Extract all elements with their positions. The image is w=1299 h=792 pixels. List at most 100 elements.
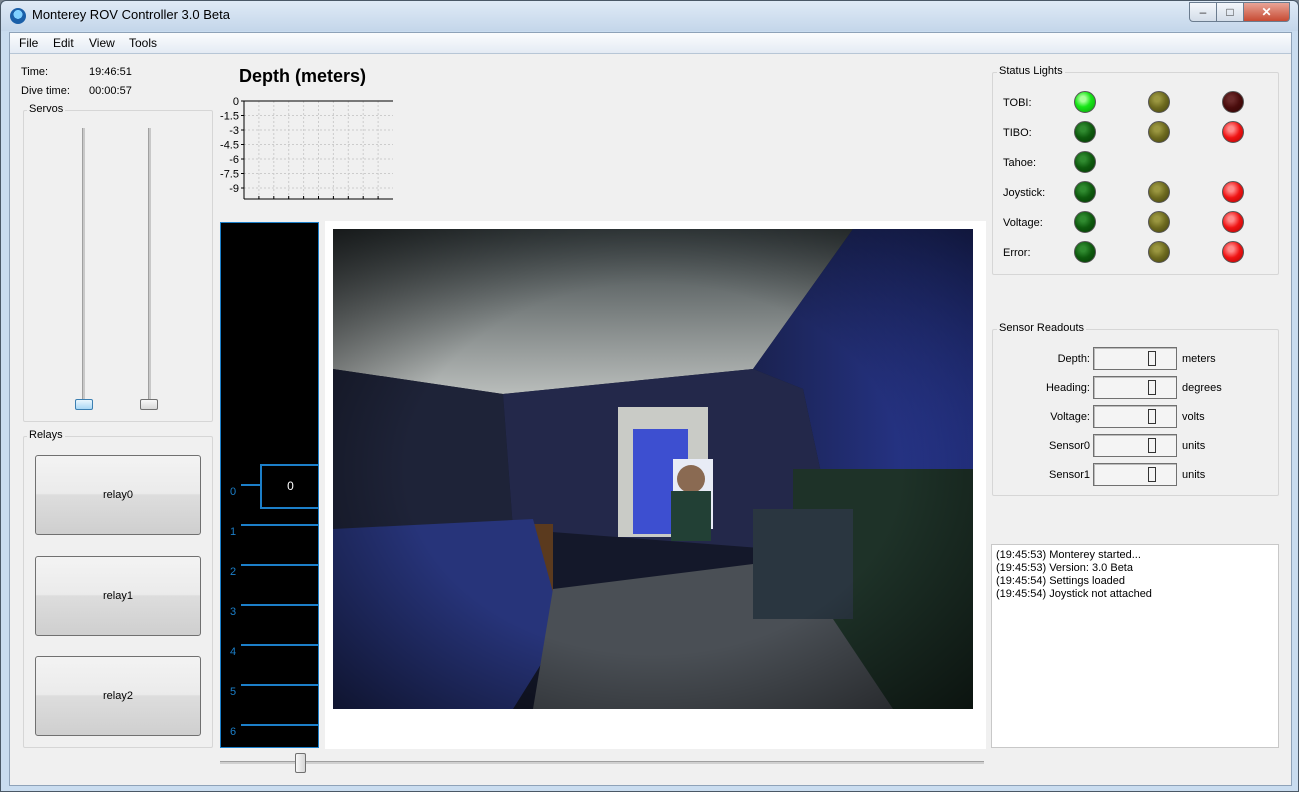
- title-bar[interactable]: Monterey ROV Controller 3.0 Beta – □ ✕: [1, 1, 1298, 31]
- depth-plot-y-ticks: 0 -1.5 -3 -4.5 -6 -7.5 -9: [220, 96, 244, 195]
- sensor-label: Voltage:: [1050, 411, 1090, 423]
- status-light-red-bright: [1222, 121, 1244, 143]
- status-lights-grid: TOBI: TIBO: Tahoe: Joystick: Voltage: Error:: [992, 72, 1277, 273]
- servo0-track[interactable]: [82, 128, 85, 406]
- status-light-red-bright: [1222, 181, 1244, 203]
- y-tick-label: -9: [229, 183, 239, 195]
- client-area: File Edit View Tools Time: 19:46:51 Dive…: [9, 32, 1292, 786]
- lcd-digit: [1148, 351, 1156, 366]
- gauge-tick-line: [241, 724, 318, 726]
- servos-group: [23, 110, 213, 422]
- sensor-lcd: [1093, 376, 1177, 399]
- status-light-green-dark: [1074, 211, 1096, 233]
- lcd-digit: [1148, 380, 1156, 395]
- camera-feed: [333, 229, 973, 709]
- sensor-unit: degrees: [1182, 382, 1222, 394]
- status-light-green-dark: [1074, 151, 1096, 173]
- app-window: Monterey ROV Controller 3.0 Beta – □ ✕ F…: [0, 0, 1299, 792]
- y-tick-label: -3: [229, 125, 239, 137]
- maximize-icon: □: [1226, 5, 1234, 19]
- sensor-unit: volts: [1182, 411, 1205, 423]
- sensor-lcd: [1093, 347, 1177, 370]
- gauge-tick-label: 1: [230, 526, 237, 538]
- status-light-label: Error:: [1003, 247, 1031, 259]
- status-light-yellow-dark: [1148, 121, 1170, 143]
- camera-image: [333, 229, 973, 709]
- maximize-button[interactable]: □: [1216, 2, 1244, 22]
- gauge-tick-label: 3: [230, 606, 237, 618]
- sensor-unit: meters: [1182, 353, 1216, 365]
- time-label: Time:: [21, 66, 49, 78]
- gauge-tick-line: [241, 484, 261, 486]
- sensor-unit: units: [1182, 440, 1206, 452]
- log-line: (19:45:54) Joystick not attached: [996, 588, 1152, 600]
- gauge-tick-line: [241, 604, 318, 606]
- gauge-tick-label: 0: [230, 486, 237, 498]
- menu-bar: File Edit View Tools: [10, 33, 1291, 54]
- status-light-yellow-dark: [1148, 181, 1170, 203]
- menu-tools[interactable]: Tools: [129, 36, 157, 50]
- status-light-label: TOBI:: [1003, 97, 1032, 109]
- gauge-tick-label: 5: [230, 686, 237, 698]
- sensor-readouts-grid: Depth: meters Heading: degrees Voltage: volts…: [992, 329, 1277, 494]
- y-tick-label: -4.5: [220, 140, 239, 152]
- sensor-lcd: [1093, 434, 1177, 457]
- menu-view[interactable]: View: [89, 36, 115, 50]
- y-tick-label: -6: [229, 154, 239, 166]
- servo0-slider[interactable]: [75, 399, 93, 410]
- depth-plot-title: Depth (meters): [239, 66, 367, 86]
- timeline-slider-thumb[interactable]: [295, 753, 306, 773]
- status-light-green-dark: [1074, 241, 1096, 263]
- sensor-label: Depth:: [1057, 353, 1090, 365]
- y-tick-label: 0: [233, 96, 239, 108]
- gauge-tick-label: 6: [230, 726, 237, 738]
- window-title: Monterey ROV Controller 3.0 Beta: [32, 7, 230, 22]
- depth-plot-grid: [244, 100, 393, 199]
- app-icon: [10, 8, 26, 24]
- servo1-track[interactable]: [148, 128, 151, 406]
- close-button[interactable]: ✕: [1243, 2, 1290, 22]
- depth-gauge-indicator: 0: [260, 464, 319, 509]
- status-light-green-dark: [1074, 121, 1096, 143]
- status-light-red-bright: [1222, 241, 1244, 263]
- gauge-tick-line: [241, 644, 318, 646]
- log-line: (19:45:53) Monterey started...: [996, 549, 1141, 561]
- status-light-yellow-dark: [1148, 91, 1170, 113]
- log-line: (19:45:53) Version: 3.0 Beta: [996, 562, 1133, 574]
- gauge-tick-line: [241, 524, 318, 526]
- minimize-icon: –: [1199, 5, 1207, 19]
- log-line: (19:45:54) Settings loaded: [996, 575, 1126, 587]
- servo1-slider[interactable]: [140, 399, 158, 410]
- timeline-slider-track[interactable]: [220, 761, 984, 764]
- relay0-button[interactable]: relay0: [35, 455, 201, 535]
- sensor-unit: units: [1182, 469, 1206, 481]
- status-light-label: TIBO:: [1003, 127, 1032, 139]
- y-tick-label: -1.5: [220, 111, 239, 123]
- status-light-green-dark: [1074, 181, 1096, 203]
- lcd-digit: [1148, 438, 1156, 453]
- relays-title: Relays: [27, 429, 65, 441]
- menu-file[interactable]: File: [19, 36, 38, 50]
- gauge-tick-line: [241, 684, 318, 686]
- event-log[interactable]: (19:45:53) Monterey started... (19:45:53…: [991, 544, 1279, 748]
- sensor-label: Sensor1: [1049, 469, 1090, 481]
- depth-plot: 0 -1.5 -3 -4.5 -6 -7.5 -9: [220, 96, 393, 200]
- depth-gauge: 0 0 1 2 3 4 5 6: [220, 222, 319, 748]
- menu-edit[interactable]: Edit: [53, 36, 74, 50]
- sensor-label: Sensor0: [1049, 440, 1090, 452]
- gauge-tick-label: 2: [230, 566, 237, 578]
- relay1-button[interactable]: relay1: [35, 556, 201, 636]
- sensor-lcd: [1093, 463, 1177, 486]
- gauge-tick-label: 4: [230, 646, 237, 658]
- minimize-button[interactable]: –: [1189, 2, 1217, 22]
- gauge-tick-line: [241, 564, 318, 566]
- sensor-lcd: [1093, 405, 1177, 428]
- status-light-yellow-dark: [1148, 211, 1170, 233]
- dive-time-label: Dive time:: [21, 85, 70, 97]
- lcd-digit: [1148, 467, 1156, 482]
- status-light-label: Voltage:: [1003, 217, 1043, 229]
- relay2-button[interactable]: relay2: [35, 656, 201, 736]
- status-light-label: Joystick:: [1003, 187, 1046, 199]
- status-light-red-dark: [1222, 91, 1244, 113]
- status-light-label: Tahoe:: [1003, 157, 1037, 169]
